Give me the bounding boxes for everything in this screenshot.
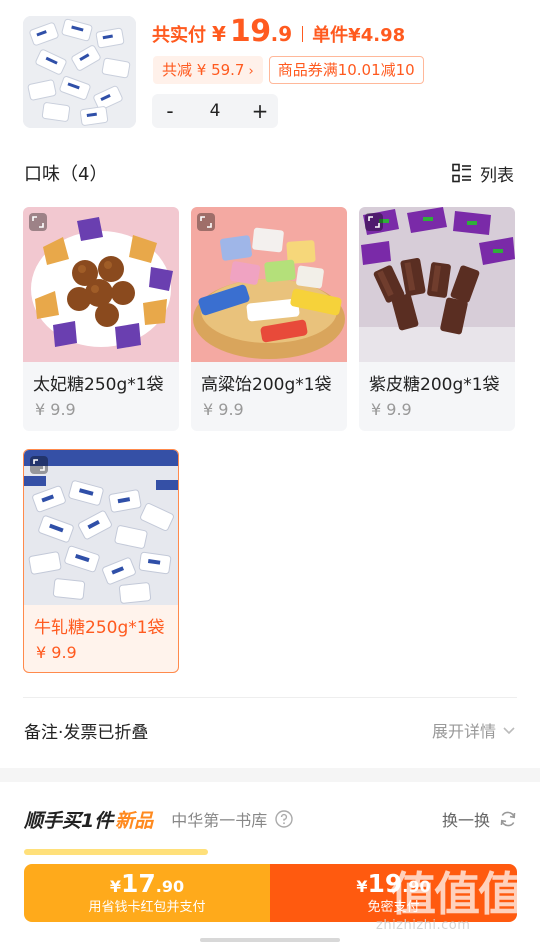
zoom-icon[interactable] — [365, 213, 383, 231]
flavor-option-toffee[interactable]: 太妃糖250g*1袋 ¥ 9.9 — [23, 207, 179, 431]
flavor-price: ¥ 9.9 — [36, 643, 77, 662]
unit-price: 单件¥4.98 — [312, 25, 406, 46]
product-thumbnail[interactable] — [23, 16, 136, 128]
savings-pay-label: 用省钱卡红包并支付 — [88, 900, 206, 915]
list-view-toggle[interactable]: 列表 — [452, 161, 514, 186]
remarks-title: 备注·发票已折叠 — [24, 722, 149, 743]
decrease-button[interactable]: - — [152, 94, 188, 128]
zoom-icon[interactable] — [30, 456, 48, 474]
addon-item-peek — [24, 849, 208, 855]
price-separator — [302, 25, 304, 42]
increase-button[interactable]: + — [242, 94, 278, 128]
flavor-name: 高粱饴200g*1袋 — [201, 375, 332, 395]
list-view-label: 列表 — [480, 165, 514, 186]
direct-pay-amount: ¥19.90 — [270, 864, 517, 898]
remarks-row[interactable]: 备注·发票已折叠 展开详情 — [24, 716, 516, 744]
order-summary: 共实付 ¥ 19 .9 单件¥4.98 共减 ¥ 59.7 › 商品券满10.01… — [0, 0, 540, 140]
password-free-pay-button[interactable]: ¥19.90 免密支付 — [270, 864, 517, 922]
list-icon — [452, 163, 471, 183]
expand-details[interactable]: 展开详情 — [432, 718, 516, 742]
swap-label: 换一换 — [441, 811, 490, 830]
section-gap — [0, 768, 540, 782]
savings-pay-amount: ¥17.90 — [24, 864, 270, 898]
savings-text: 共减 ¥ 59.7 — [162, 61, 245, 79]
payment-bar: ¥17.90 用省钱卡红包并支付 ¥19.90 免密支付 — [24, 864, 517, 922]
amount-decimal: .90 — [402, 877, 431, 896]
chevron-right-icon: › — [248, 64, 254, 79]
currency-symbol: ¥ — [356, 877, 368, 896]
total-price: 共实付 ¥ 19 .9 单件¥4.98 — [152, 14, 405, 49]
home-indicator — [200, 938, 340, 942]
flavor-price: ¥ 9.9 — [203, 400, 244, 419]
expand-details-label: 展开详情 — [431, 722, 496, 741]
flavor-name: 太妃糖250g*1袋 — [33, 375, 164, 395]
addon-header: 顺手买1件 新品 中华第一书库 换一换 — [24, 804, 518, 834]
pay-with-savings-card-button[interactable]: ¥17.90 用省钱卡红包并支付 — [24, 864, 270, 922]
chevron-down-icon — [503, 727, 515, 735]
flavor-option-nougat[interactable]: 牛轧糖250g*1袋 ¥ 9.9 — [23, 449, 179, 673]
savings-tag[interactable]: 共减 ¥ 59.7 › — [153, 56, 263, 84]
flavor-name: 紫皮糖200g*1袋 — [369, 375, 500, 395]
amount-decimal: .90 — [155, 877, 185, 896]
flavor-header: 口味（4） 列表 — [24, 160, 514, 186]
addon-store: 中华第一书库 — [171, 811, 268, 830]
direct-pay-label: 免密支付 — [367, 900, 420, 915]
quantity-value[interactable]: 4 — [188, 101, 242, 121]
total-decimal: .9 — [270, 22, 293, 46]
total-integer: 19 — [229, 14, 271, 49]
amount-integer: 17 — [121, 869, 156, 898]
flavor-option-purple[interactable]: 紫皮糖200g*1袋 ¥ 9.9 — [359, 207, 515, 431]
quantity-stepper: - 4 + — [152, 94, 278, 128]
total-label: 共实付 — [152, 25, 206, 46]
currency-symbol: ¥ — [109, 877, 121, 896]
zoom-icon[interactable] — [29, 213, 47, 231]
section-divider — [23, 697, 517, 698]
refresh-icon — [500, 811, 516, 827]
swap-button[interactable]: 换一换 — [442, 807, 518, 831]
flavor-title: 口味（4） — [24, 164, 108, 185]
addon-title: 顺手买1件 — [24, 809, 114, 832]
coupon-tag: 商品券满10.01减10 — [268, 56, 424, 84]
amount-integer: 19 — [367, 869, 403, 898]
discount-tags: 共减 ¥ 59.7 › 商品券满10.01减10 — [153, 56, 424, 84]
zoom-icon[interactable] — [197, 213, 215, 231]
currency-symbol: ¥ — [212, 22, 226, 46]
flavor-price: ¥ 9.9 — [35, 400, 76, 419]
help-icon[interactable] — [275, 810, 293, 828]
flavor-name: 牛轧糖250g*1袋 — [34, 618, 165, 638]
new-arrival-tag: 新品 — [115, 809, 154, 832]
flavor-price: ¥ 9.9 — [371, 400, 412, 419]
nougat-candy-image — [23, 16, 136, 128]
flavor-option-sorghum[interactable]: 高粱饴200g*1袋 ¥ 9.9 — [191, 207, 347, 431]
